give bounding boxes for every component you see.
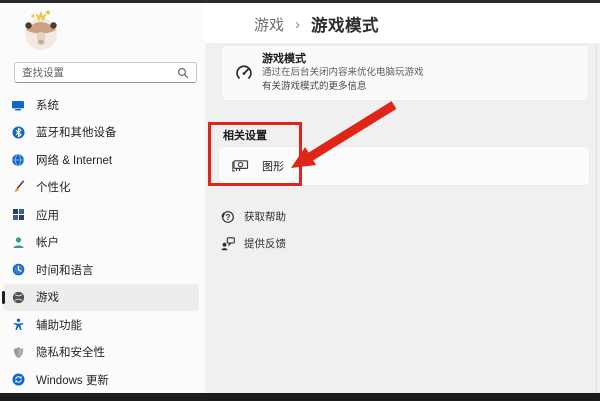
windows-update-icon [11,373,25,387]
breadcrumb-parent[interactable]: 游戏 [254,14,284,35]
time-language-icon [11,263,25,277]
sidebar-item-apps[interactable]: 应用 [3,201,199,229]
gaming-icon [11,290,25,304]
breadcrumb-separator-icon: › [295,16,300,33]
sidebar-item-system[interactable]: 系统 [3,91,199,119]
page-title: 游戏模式 [311,12,379,36]
related-setting-graphics[interactable]: 图形 [218,146,590,186]
settings-sidebar: 系统 蓝牙和其他设备 网络 & Internet 个性化 应用 帐户 时间和语言… [0,3,205,393]
window-top-edge [0,0,600,3]
game-mode-card: 游戏模式 通过在后台关闭内容来优化电脑玩游戏 有关游戏模式的更多信息 [221,45,589,101]
sidebar-item-accessibility[interactable]: 辅助功能 [3,311,199,339]
user-avatar[interactable] [20,8,62,54]
breadcrumb: 游戏 › 游戏模式 [254,12,379,36]
window-right-edge [596,43,597,393]
game-mode-gauge-icon [235,64,253,87]
apps-icon [11,208,25,222]
personalization-icon [11,180,25,194]
related-settings-heading: 相关设置 [223,127,267,143]
network-icon [11,153,25,167]
search-box[interactable] [14,62,197,83]
game-mode-description: 通过在后台关闭内容来优化电脑玩游戏 [262,66,424,80]
sidebar-item-privacy-security[interactable]: 隐私和安全性 [3,339,199,367]
graphics-gpu-icon [232,159,249,173]
search-input[interactable] [22,67,177,79]
get-help-icon: ? [221,210,235,224]
get-help-link[interactable]: ? 获取帮助 [221,209,286,224]
sidebar-item-bluetooth-devices[interactable]: 蓝牙和其他设备 [3,119,199,147]
bluetooth-icon [11,125,25,139]
sidebar-item-personalization[interactable]: 个性化 [3,174,199,202]
svg-text:?: ? [226,212,231,221]
sidebar-item-windows-update[interactable]: Windows 更新 [3,366,199,394]
accessibility-icon [11,318,25,332]
accounts-icon [11,235,25,249]
sidebar-item-gaming[interactable]: 游戏 [3,284,199,312]
search-icon [177,67,189,79]
sidebar-item-accounts[interactable]: 帐户 [3,229,199,257]
game-mode-title: 游戏模式 [262,52,424,66]
feedback-link[interactable]: 提供反馈 [221,236,286,251]
windows-settings-window: 系统 蓝牙和其他设备 网络 & Internet 个性化 应用 帐户 时间和语言… [0,0,600,401]
game-mode-more-info-link[interactable]: 有关游戏模式的更多信息 [262,80,424,94]
system-icon [11,98,25,112]
window-bottom-edge [0,393,600,401]
feedback-icon [221,237,235,251]
sidebar-item-network-internet[interactable]: 网络 & Internet [3,146,199,174]
sidebar-nav: 系统 蓝牙和其他设备 网络 & Internet 个性化 应用 帐户 时间和语言… [0,91,205,394]
privacy-icon [11,345,25,359]
sidebar-item-time-language[interactable]: 时间和语言 [3,256,199,284]
